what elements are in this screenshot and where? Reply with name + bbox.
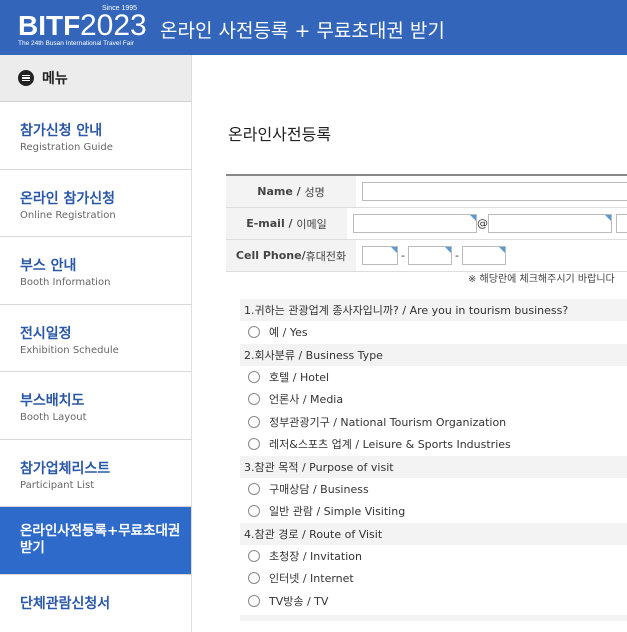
email-id-input[interactable]	[353, 214, 477, 233]
form-row-email: E-mail / 이메일 @	[226, 208, 627, 240]
email-label: E-mail / 이메일	[226, 208, 347, 239]
sidebar-item-registration-guide[interactable]: 참가신청 안내 Registration Guide	[0, 102, 191, 170]
sidebar: 메뉴 참가신청 안내 Registration Guide 온라인 참가신청 O…	[0, 55, 192, 632]
sidebar-item-sublabel: Participant List	[20, 479, 95, 491]
sidebar-item-label: 참가업체리스트	[20, 460, 111, 477]
survey-next-section	[240, 615, 627, 621]
option-leisure-sports[interactable]: 레저&스포츠 업계 / Leisure & Sports Industries	[240, 433, 627, 456]
sidebar-item-label: 전시일정	[20, 325, 72, 342]
email-at-sign: @	[477, 217, 488, 230]
phone-part3-input[interactable]	[461, 246, 506, 265]
logo-year: 2023	[80, 9, 147, 42]
option-internet[interactable]: 인터넷 / Internet	[240, 567, 627, 590]
phone-separator: -	[454, 249, 459, 262]
registration-form: Name / 성명 E-mail / 이메일 @ Cell Phone/휴대전화	[226, 174, 627, 272]
email-domain-select[interactable]	[616, 214, 627, 233]
sidebar-item-sublabel: Registration Guide	[20, 142, 113, 153]
page-title: 온라인사전등록	[228, 125, 332, 144]
name-input[interactable]	[362, 182, 627, 201]
bitf-logo[interactable]: Since 1995 BITF 2023 The 24th Busan Inte…	[14, 5, 154, 51]
option-yes[interactable]: 예 / Yes	[240, 321, 627, 344]
sidebar-item-label: 온라인사전등록+무료초대권 받기	[20, 523, 181, 556]
sidebar-item-exhibition-schedule[interactable]: 전시일정 Exhibition Schedule	[0, 305, 191, 372]
option-hotel[interactable]: 호텔 / Hotel	[240, 366, 627, 389]
question-2: 2.회사분류 / Business Type	[240, 343, 627, 366]
radio-button[interactable]	[248, 482, 260, 495]
sidebar-item-sublabel: Booth Layout	[20, 412, 87, 423]
sidebar-item-booth-layout[interactable]: 부스배치도 Booth Layout	[0, 372, 191, 440]
sidebar-item-label: 온라인 참가신청	[20, 190, 116, 207]
top-header: Since 1995 BITF 2023 The 24th Busan Inte…	[0, 0, 627, 55]
radio-button[interactable]	[248, 549, 260, 562]
question-4: 4.참관 경로 / Route of Visit	[240, 522, 627, 545]
sidebar-item-online-registration[interactable]: 온라인 참가신청 Online Registration	[0, 170, 191, 237]
sidebar-item-label: 단체관람신청서	[20, 595, 111, 612]
radio-button[interactable]	[248, 438, 260, 451]
sidebar-item-booth-information[interactable]: 부스 안내 Booth Information	[0, 237, 191, 305]
option-business[interactable]: 구매상담 / Business	[240, 478, 627, 501]
main-content: 온라인사전등록 Name / 성명 E-mail / 이메일 @ Cell Ph…	[192, 55, 627, 632]
question-1: 1.귀하는 관광업계 종사자입니까? / Are you in tourism …	[240, 299, 627, 321]
radio-button[interactable]	[248, 393, 260, 406]
option-tv[interactable]: TV방송 / TV	[240, 590, 627, 613]
radio-button[interactable]	[248, 326, 260, 339]
option-invitation[interactable]: 초청장 / Invitation	[240, 545, 627, 568]
sidebar-item-label: 참가신청 안내	[20, 123, 103, 139]
phone-part1-input[interactable]	[362, 246, 398, 265]
form-row-name: Name / 성명	[226, 176, 627, 208]
sidebar-item-label: 부스 안내	[20, 258, 77, 274]
name-label: Name / 성명	[226, 176, 356, 207]
radio-button[interactable]	[248, 505, 260, 518]
sidebar-item-group-visit-application[interactable]: 단체관람신청서	[0, 575, 191, 632]
logo-brand: BITF	[18, 10, 81, 41]
phone-label: Cell Phone/휴대전화	[226, 240, 356, 271]
radio-button[interactable]	[248, 594, 260, 607]
sidebar-item-label: 부스배치도	[20, 393, 85, 409]
phone-separator: -	[401, 249, 405, 262]
phone-part2-input[interactable]	[407, 246, 452, 265]
option-nto[interactable]: 정부관광기구 / National Tourism Organization	[240, 411, 627, 434]
sidebar-item-pre-registration[interactable]: 온라인사전등록+무료초대권 받기	[0, 507, 191, 575]
email-domain-input[interactable]	[488, 214, 612, 233]
header-title: 온라인 사전등록 + 무료초대권 받기	[160, 20, 445, 42]
menu-header[interactable]: 메뉴	[0, 55, 191, 102]
survey-section: 1.귀하는 관광업계 종사자입니까? / Are you in tourism …	[240, 299, 627, 621]
option-media[interactable]: 언론사 / Media	[240, 388, 627, 411]
logo-subtitle: The 24th Busan International Travel Fair	[18, 40, 134, 47]
sidebar-item-sublabel: Online Registration	[20, 209, 116, 221]
radio-button[interactable]	[248, 572, 260, 585]
form-row-phone: Cell Phone/휴대전화 - -	[226, 240, 627, 272]
radio-button[interactable]	[248, 370, 260, 383]
sidebar-item-participant-list[interactable]: 참가업체리스트 Participant List	[0, 440, 191, 507]
menu-icon	[18, 70, 34, 86]
check-notice: ※ 해당란에 체크해주시기 바랍니다	[468, 274, 615, 285]
sidebar-item-sublabel: Booth Information	[20, 277, 111, 288]
option-simple-visiting[interactable]: 일반 관람 / Simple Visiting	[240, 500, 627, 523]
question-3: 3.참관 목적 / Purpose of visit	[240, 455, 627, 478]
menu-label: 메뉴	[42, 71, 68, 87]
sidebar-item-sublabel: Exhibition Schedule	[20, 344, 119, 356]
radio-button[interactable]	[248, 415, 260, 428]
